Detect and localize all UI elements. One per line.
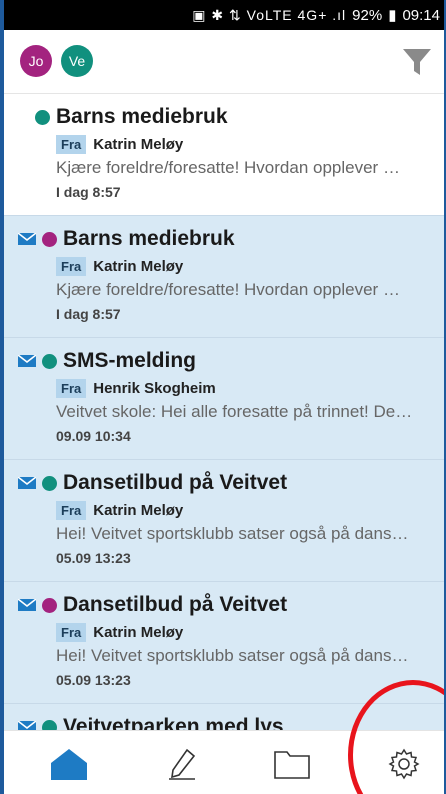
nav-compose[interactable]	[162, 745, 202, 783]
message-preview: Hei! Veitvet sportsklubb satser også på …	[56, 646, 409, 665]
message-item[interactable]: Barns mediebruk Fra Katrin Meløy Kjære f…	[4, 216, 444, 338]
message-preview: Hei! Veitvet sportsklubb satser også på …	[56, 524, 409, 543]
avatar-ve[interactable]: Ve	[61, 45, 93, 77]
filter-button[interactable]	[400, 44, 434, 78]
bottom-nav	[4, 730, 444, 794]
nav-folders[interactable]	[272, 745, 312, 783]
message-subject: Veitvetparken med lys	[63, 715, 284, 730]
settings-icon	[388, 748, 420, 780]
message-preview: Kjære foreldre/foresatte! Hvordan opplev…	[56, 158, 400, 177]
message-subject: Barns mediebruk	[63, 227, 235, 250]
message-list[interactable]: Barns mediebruk Fra Katrin Meløy Kjære f…	[4, 94, 444, 730]
message-preview: Kjære foreldre/foresatte! Hvordan opplev…	[56, 280, 400, 299]
avatar-jo[interactable]: Jo	[20, 45, 52, 77]
message-date: 09.09 10:34	[56, 428, 131, 444]
message-subject: Barns mediebruk	[56, 105, 228, 128]
status-bar: ▣ ✱ ⇅ VoLTE 4G+ .ıl 92% ▮ 09:14	[4, 0, 444, 30]
message-item[interactable]: Dansetilbud på Veitvet Fra Katrin Meløy …	[4, 460, 444, 582]
filter-icon	[403, 49, 431, 75]
from-label: Fra	[56, 256, 87, 276]
from-label: Fra	[56, 500, 87, 520]
nav-home[interactable]	[49, 745, 89, 783]
from-label: Fra	[56, 134, 87, 154]
app-header: Jo Ve	[4, 30, 444, 94]
battery-level: 92%	[352, 6, 383, 24]
message-sender: Katrin Meløy	[93, 135, 184, 153]
status-dot	[42, 719, 57, 730]
message-date: 05.09 13:23	[56, 550, 131, 566]
message-item[interactable]: Veitvetparken med lys	[4, 704, 444, 730]
status-dot	[42, 475, 57, 491]
status-dot	[35, 109, 50, 125]
envelope-icon	[18, 477, 36, 489]
from-label: Fra	[56, 378, 87, 398]
home-icon	[51, 749, 87, 780]
message-sender: Katrin Meløy	[93, 257, 184, 275]
status-dot	[42, 597, 57, 613]
message-date: I dag 8:57	[56, 184, 121, 200]
message-item[interactable]: SMS-melding Fra Henrik Skogheim Veitvet …	[4, 338, 444, 460]
message-sender: Henrik Skogheim	[93, 379, 216, 397]
envelope-icon	[18, 721, 36, 730]
app-frame: ▣ ✱ ⇅ VoLTE 4G+ .ıl 92% ▮ 09:14 Jo Ve Ba…	[4, 0, 444, 794]
envelope-icon	[18, 355, 36, 367]
status-dot	[42, 353, 57, 369]
message-date: I dag 8:57	[56, 306, 121, 322]
compose-icon	[169, 748, 196, 780]
envelope-icon	[18, 599, 36, 611]
message-subject: SMS-melding	[63, 349, 197, 372]
from-label: Fra	[56, 622, 87, 642]
nav-settings[interactable]	[384, 745, 424, 783]
status-indicators: ▣ ✱ ⇅ VoLTE 4G+ .ıl	[192, 6, 347, 23]
message-preview: Veitvet skole: Hei alle foresatte på tri…	[56, 402, 413, 421]
clock: 09:14	[402, 6, 440, 24]
status-dot	[42, 231, 57, 247]
folder-icon	[274, 751, 310, 779]
message-item[interactable]: Dansetilbud på Veitvet Fra Katrin Meløy …	[4, 582, 444, 704]
battery-icon: ▮	[388, 7, 397, 24]
envelope-icon	[18, 233, 36, 245]
message-sender: Katrin Meløy	[93, 501, 184, 519]
message-subject: Dansetilbud på Veitvet	[63, 471, 288, 494]
message-sender: Katrin Meløy	[93, 623, 184, 641]
message-item[interactable]: Barns mediebruk Fra Katrin Meløy Kjære f…	[4, 94, 444, 216]
message-subject: Dansetilbud på Veitvet	[63, 593, 288, 616]
message-date: 05.09 13:23	[56, 672, 131, 688]
